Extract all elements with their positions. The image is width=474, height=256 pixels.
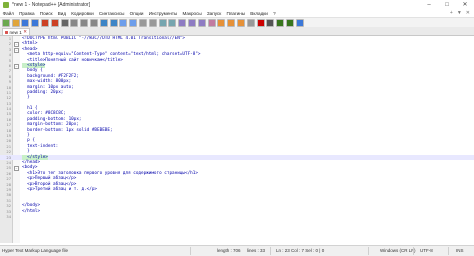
sync-h-icon[interactable]	[168, 18, 177, 27]
status-bar: Hyper Text Markup Language file length :…	[0, 245, 474, 256]
run-multi-icon[interactable]	[285, 18, 294, 27]
window-controls: – □ ✕	[420, 0, 474, 9]
paste-icon[interactable]	[89, 18, 98, 27]
code-lines: 1 <!DOCTYPE html PUBLIC "-//W3C//DTD HTML…	[0, 36, 474, 219]
menu-item[interactable]: Запуск	[204, 11, 224, 16]
menu-bar: Файл Правка Поиск Вид Кодировки Синтаксисы Опц…	[0, 9, 474, 17]
lang-icon[interactable]	[207, 18, 216, 27]
new-tab-button[interactable]: +	[450, 10, 453, 16]
monitor-icon[interactable]	[246, 18, 255, 27]
maximize-button[interactable]: □	[438, 0, 456, 9]
save-macro-icon[interactable]	[295, 18, 304, 27]
menu-item[interactable]: Макросы	[180, 11, 204, 16]
menu-item[interactable]: Синтаксисы	[96, 11, 127, 16]
indent-guide-icon[interactable]	[197, 18, 206, 27]
find-icon[interactable]	[119, 18, 128, 27]
menu-item[interactable]: Кодировки	[69, 11, 97, 16]
tab-label: new 1	[9, 29, 22, 35]
word-wrap-icon[interactable]	[178, 18, 187, 27]
doc-map-icon[interactable]	[217, 18, 226, 27]
tab-bar: new 1 ✕	[0, 27, 474, 36]
new-file-icon[interactable]	[1, 18, 10, 27]
unsaved-icon	[5, 30, 8, 34]
tab-new-1[interactable]: new 1 ✕	[2, 28, 30, 35]
menu-item[interactable]: Плагины	[224, 11, 248, 16]
status-divider	[190, 247, 191, 255]
window-title: *new 1 - Notepad++ [Administrator]	[12, 1, 91, 8]
save-all-icon[interactable]	[31, 18, 40, 27]
sync-v-icon[interactable]	[158, 18, 167, 27]
close-doc-button[interactable]: ✕	[466, 10, 470, 16]
editor-area[interactable]: 1 <!DOCTYPE html PUBLIC "-//W3C//DTD HTML…	[0, 36, 474, 243]
menu-item[interactable]: Вкладки	[248, 11, 271, 16]
menu-item[interactable]: Поиск	[37, 11, 55, 16]
tab-list-button[interactable]: ▼	[457, 10, 462, 16]
tab-close-icon[interactable]: ✕	[23, 29, 27, 35]
record-icon[interactable]	[256, 18, 265, 27]
function-list-icon[interactable]	[227, 18, 236, 27]
copy-icon[interactable]	[80, 18, 89, 27]
print-icon[interactable]	[60, 18, 69, 27]
redo-icon[interactable]	[109, 18, 118, 27]
close-window-button[interactable]: ✕	[456, 0, 474, 9]
menu-item[interactable]: Файл	[0, 11, 16, 16]
close-icon[interactable]	[40, 18, 49, 27]
menu-item[interactable]: Инструменты	[146, 11, 180, 16]
status-divider	[413, 247, 414, 255]
code-line[interactable]: 34	[0, 214, 474, 219]
save-icon[interactable]	[21, 18, 30, 27]
close-all-icon[interactable]	[50, 18, 59, 27]
status-divider	[270, 247, 271, 255]
minimize-button[interactable]: –	[420, 0, 438, 9]
menu-item[interactable]: Вид	[55, 11, 69, 16]
menu-item[interactable]: Опции	[127, 11, 146, 16]
play-icon[interactable]	[276, 18, 285, 27]
menu-right-controls: + ▼ ✕	[450, 9, 470, 17]
replace-icon[interactable]	[129, 18, 138, 27]
line-number: 34	[6, 213, 11, 219]
status-divider	[448, 247, 449, 255]
notepadpp-logo-icon	[3, 1, 9, 8]
status-divider	[368, 247, 369, 255]
stop-icon[interactable]	[266, 18, 275, 27]
open-file-icon[interactable]	[11, 18, 20, 27]
zoom-out-icon[interactable]	[148, 18, 157, 27]
undo-icon[interactable]	[99, 18, 108, 27]
folder-workspace-icon[interactable]	[236, 18, 245, 27]
menu-item[interactable]: Правка	[16, 11, 37, 16]
cut-icon[interactable]	[70, 18, 79, 27]
zoom-in-icon[interactable]	[138, 18, 147, 27]
menu-item[interactable]: ?	[270, 11, 278, 16]
all-chars-icon[interactable]	[187, 18, 196, 27]
